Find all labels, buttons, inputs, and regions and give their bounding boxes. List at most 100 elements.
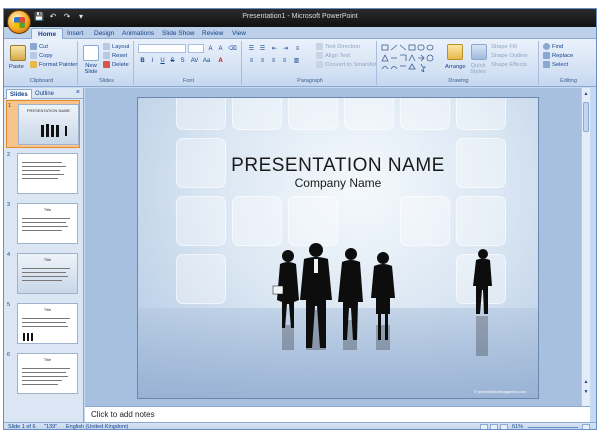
current-slide[interactable]: PRESENTATION NAME Company Name © present… [137, 97, 539, 399]
paste-icon[interactable] [10, 45, 26, 61]
background-tile [456, 196, 506, 246]
quick-styles-icon[interactable] [471, 44, 487, 60]
thumbnail-title: Title [43, 207, 52, 212]
align-right-icon[interactable]: ≡ [269, 57, 278, 65]
editing-group: Find Replace Select Editing [541, 41, 596, 85]
font-size-input[interactable] [188, 44, 204, 53]
find-label: Find [552, 44, 564, 51]
background-tile [232, 196, 282, 246]
arrange-button[interactable]: Arrange [445, 63, 466, 71]
arrange-icon[interactable] [447, 44, 463, 60]
notes-pane[interactable]: Click to add notes [85, 406, 590, 422]
cut-label: Cut [39, 44, 49, 51]
new-slide-icon[interactable] [83, 45, 99, 61]
italic-icon[interactable]: I [148, 57, 157, 65]
copy-button[interactable]: Copy [30, 52, 53, 60]
delete-button[interactable]: Delete [103, 61, 129, 69]
new-slide-button[interactable]: New Slide [80, 63, 102, 75]
fit-to-window-icon[interactable] [582, 424, 590, 429]
smartart-label: Convert to SmartArt [325, 62, 377, 69]
change-case-icon[interactable]: Aa [202, 57, 211, 65]
replace-label: Replace [552, 53, 574, 60]
background-tile [288, 98, 338, 130]
slide-sorter-icon[interactable] [490, 424, 498, 429]
text-direction-button[interactable]: Text Direction [316, 43, 360, 51]
format-painter-button[interactable]: Format Painter [30, 61, 77, 69]
layout-icon [103, 43, 110, 50]
text-line [22, 368, 70, 369]
convert-smartart-button[interactable]: Convert to SmartArt [316, 61, 376, 69]
align-center-icon[interactable]: ≡ [258, 57, 267, 65]
language-indicator[interactable]: English (United Kingdom) [66, 424, 128, 429]
find-button[interactable]: Find [543, 43, 563, 51]
shape-fill-button[interactable]: Shape Fill [491, 43, 517, 51]
layout-button[interactable]: Layout [103, 43, 129, 51]
columns-icon[interactable]: ▥ [292, 57, 301, 65]
paragraph-label: Paragraph [297, 78, 323, 84]
font-name-input[interactable] [138, 44, 186, 53]
slide-show-icon[interactable] [500, 424, 508, 429]
zoom-slider[interactable] [528, 427, 578, 428]
shrink-font-icon[interactable]: A [216, 45, 225, 53]
justify-icon[interactable]: ≡ [280, 57, 289, 65]
background-tile [232, 98, 282, 130]
quick-styles-button[interactable]: Quick Styles [467, 63, 489, 75]
background-tile [176, 196, 226, 246]
bullets-icon[interactable]: ☰ [247, 45, 256, 53]
slide-thumbnail[interactable]: 3 Title [6, 200, 80, 248]
shape-outline-button[interactable]: Shape Outline [491, 52, 528, 60]
tab-slide-show[interactable]: Slide Show [156, 28, 201, 39]
select-button[interactable]: Select [543, 61, 568, 69]
underline-icon[interactable]: U [158, 57, 167, 65]
businessman-silhouette [473, 249, 492, 356]
line-spacing-icon[interactable]: ≡ [293, 45, 302, 53]
slide-thumbnail[interactable]: 4 Title [6, 250, 80, 298]
next-slide-icon[interactable]: ▼ [582, 388, 590, 396]
tab-review[interactable]: Review [196, 28, 229, 39]
cut-button[interactable]: Cut [30, 43, 48, 51]
font-color-icon[interactable]: A [216, 57, 225, 65]
align-text-label: Align Text [325, 53, 351, 60]
tab-insert[interactable]: Insert [61, 28, 89, 39]
shadow-icon[interactable]: S [178, 57, 187, 65]
tab-home[interactable]: Home [31, 28, 64, 39]
shapes-gallery[interactable] [381, 44, 443, 72]
scroll-up-icon[interactable]: ▲ [582, 90, 590, 98]
grow-font-icon[interactable]: A [206, 45, 215, 53]
replace-button[interactable]: Replace [543, 52, 573, 60]
numbering-icon[interactable]: ☰ [258, 45, 267, 53]
decrease-indent-icon[interactable]: ⇤ [270, 45, 279, 53]
zoom-level[interactable]: 61% [512, 424, 523, 429]
text-line [22, 230, 62, 231]
clear-format-icon[interactable]: ⌫ [228, 45, 237, 53]
previous-slide-icon[interactable]: ▲ [582, 378, 590, 386]
shape-effects-button[interactable]: Shape Effects [491, 61, 527, 69]
spacing-icon[interactable]: AV [190, 57, 199, 65]
status-bar: Slide 1 of 6 "139" English (United Kingd… [4, 422, 596, 429]
office-button[interactable] [7, 10, 31, 34]
slide-thumbnail[interactable]: 1 PRESENTATION NAME [6, 100, 80, 148]
align-text-icon [316, 52, 323, 59]
background-tile [176, 98, 226, 130]
tab-view[interactable]: View [226, 28, 252, 39]
slide-thumbnail[interactable]: 5 Title [6, 300, 80, 348]
strikethrough-icon[interactable]: S [168, 57, 177, 65]
align-left-icon[interactable]: ≡ [247, 57, 256, 65]
increase-indent-icon[interactable]: ⇥ [281, 45, 290, 53]
tab-animations[interactable]: Animations [116, 28, 160, 39]
close-panel-icon[interactable]: × [76, 89, 80, 96]
reset-button[interactable]: Reset [103, 52, 127, 60]
slide-thumbnail[interactable]: 6 Title [6, 350, 80, 398]
slide-subtitle[interactable]: Company Name [138, 176, 538, 190]
normal-view-icon[interactable] [480, 424, 488, 429]
paste-button[interactable]: Paste [9, 63, 24, 71]
smartart-icon [316, 61, 323, 68]
scroll-thumb[interactable] [583, 102, 589, 132]
slide-title[interactable]: PRESENTATION NAME [138, 155, 538, 177]
tab-slides[interactable]: Slides [6, 89, 32, 99]
tab-outline[interactable]: Outline [32, 89, 57, 99]
align-text-button[interactable]: Align Text [316, 52, 350, 60]
vertical-scrollbar[interactable]: ▲ ▲ ▼ [581, 88, 590, 406]
slide-thumbnail[interactable]: 2 [6, 150, 80, 198]
bold-icon[interactable]: B [138, 57, 147, 65]
